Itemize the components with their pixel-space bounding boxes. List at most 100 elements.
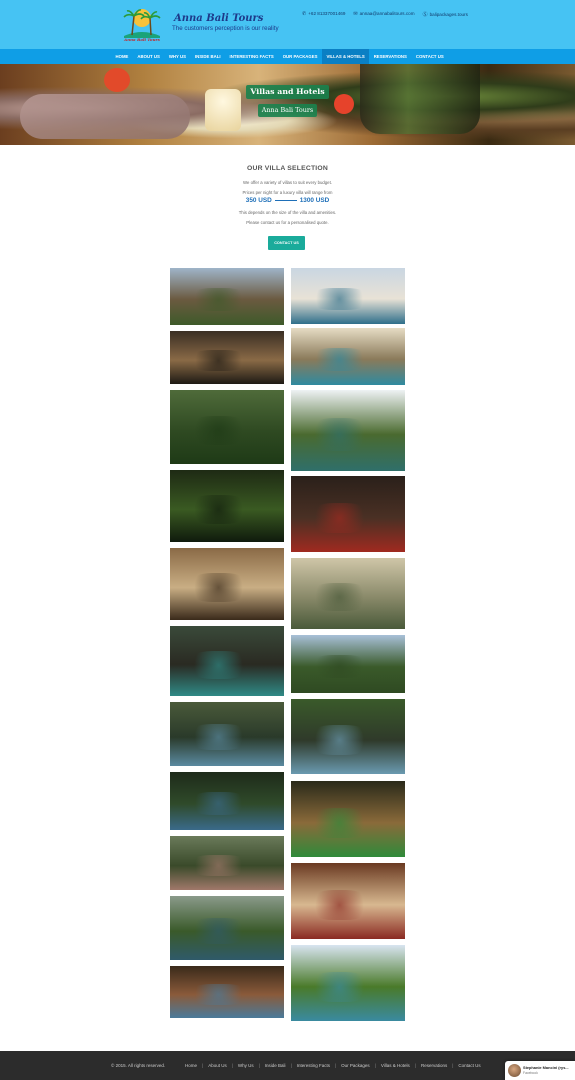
nav-item-interesting-facts[interactable]: INTERESTING FACTS xyxy=(225,49,278,64)
footer-link-inside-bali[interactable]: Inside Bali xyxy=(265,1063,286,1068)
brand-name: Anna Bali Tours xyxy=(174,13,264,24)
avatar xyxy=(508,1064,521,1077)
footer-separator: | xyxy=(374,1063,376,1068)
footer-link-home[interactable]: Home xyxy=(185,1063,197,1068)
villa-photo[interactable] xyxy=(291,476,405,552)
skype-icon: Ⓢ xyxy=(422,12,428,18)
footer-separator: | xyxy=(290,1063,292,1068)
villa-photo[interactable] xyxy=(170,548,284,620)
villa-photo[interactable] xyxy=(170,772,284,830)
photo-detail-shape xyxy=(187,650,250,679)
villa-photo[interactable] xyxy=(170,470,284,542)
price-range: 350 USD 1300 USD xyxy=(0,197,575,204)
photo-detail-shape xyxy=(308,655,371,679)
villa-photo[interactable] xyxy=(170,626,284,696)
villa-photo[interactable] xyxy=(170,268,284,325)
contact-us-button[interactable]: CONTACT US xyxy=(268,236,305,250)
footer-separator: | xyxy=(258,1063,260,1068)
photo-detail-shape xyxy=(187,724,250,750)
widget-name: Stephanie Mancini (rys... xyxy=(523,1065,569,1070)
copyright: © 2015. All rights reserved. xyxy=(111,1063,166,1068)
phone-number: +62 81337001469 xyxy=(308,11,346,16)
nav-list: HOME ABOUT US WHY US INSIDE BALI INTERESTING… xyxy=(111,49,448,64)
hero-flower-shape xyxy=(334,94,354,114)
photo-detail-shape xyxy=(187,792,250,816)
villa-photo[interactable] xyxy=(291,558,405,629)
intro-line: We offer a variety of villas to suit eve… xyxy=(243,180,332,185)
photo-detail-shape xyxy=(308,502,371,533)
photo-detail-shape xyxy=(187,854,250,877)
nav-item-villas-hotels[interactable]: VILLAS & HOTELS xyxy=(321,49,370,64)
villa-photo[interactable] xyxy=(170,702,284,766)
photo-detail-shape xyxy=(187,349,250,371)
widget-source: Facebook xyxy=(523,1071,538,1075)
intro-line: Please contact us for a personalised quo… xyxy=(246,220,329,225)
nav-item-contact-us[interactable]: CONTACT US xyxy=(411,49,448,64)
photo-detail-shape xyxy=(187,415,250,446)
price-high: 1300 USD xyxy=(299,197,330,204)
photo-detail-shape xyxy=(308,889,371,920)
brand-tagline: The customers perception is our reality xyxy=(172,25,279,32)
site-address: balipackages.tours xyxy=(429,12,468,17)
villa-photo[interactable] xyxy=(291,268,405,324)
footer-link-about-us[interactable]: About Us xyxy=(208,1063,227,1068)
footer-link-contact-us[interactable]: Contact Us xyxy=(458,1063,480,1068)
footer-link-our-packages[interactable]: Our Packages xyxy=(341,1063,370,1068)
footer-separator: | xyxy=(452,1063,454,1068)
contact-info: ✆ +62 81337001469 ✉ annaa@annabalitours.co… xyxy=(302,11,468,18)
photo-detail-shape xyxy=(308,287,371,310)
nav-item-our-packages[interactable]: OUR PACKAGES xyxy=(278,49,322,64)
main-nav: HOME ABOUT US WHY US INSIDE BALI INTERESTING… xyxy=(0,49,575,64)
photo-detail-shape xyxy=(187,918,250,944)
villa-photo[interactable] xyxy=(170,836,284,890)
photo-detail-shape xyxy=(187,984,250,1005)
email-contact[interactable]: ✉ annaa@annabalitours.com xyxy=(353,11,414,18)
footer-separator: | xyxy=(202,1063,204,1068)
footer-links: Home | About Us | Why Us | Inside Bali | Interes… xyxy=(185,1063,481,1068)
footer-link-interesting-facts[interactable]: Interesting Facts xyxy=(297,1063,330,1068)
site-logo[interactable]: Anna Bali Tours xyxy=(118,8,166,42)
nav-item-inside-bali[interactable]: INSIDE BALI xyxy=(190,49,225,64)
price-low: 350 USD xyxy=(245,197,272,204)
nav-item-about-us[interactable]: ABOUT US xyxy=(133,49,164,64)
phone-contact[interactable]: ✆ +62 81337001469 xyxy=(302,11,345,18)
photo-detail-shape xyxy=(308,418,371,451)
site-footer: © 2015. All rights reserved. Home | About … xyxy=(0,1051,575,1080)
footer-link-reservations[interactable]: Reservations xyxy=(421,1063,447,1068)
footer-link-why-us[interactable]: Why Us xyxy=(238,1063,254,1068)
footer-separator: | xyxy=(414,1063,416,1068)
photo-detail-shape xyxy=(308,347,371,371)
villa-photo[interactable] xyxy=(170,331,284,384)
villa-photo[interactable] xyxy=(291,781,405,857)
intro-line: This depends on the size of the villa an… xyxy=(238,210,337,215)
hero-title: Villas and Hotels xyxy=(246,85,329,99)
footer-link-villas-hotels[interactable]: Villas & Hotels xyxy=(381,1063,410,1068)
villa-photo[interactable] xyxy=(291,863,405,939)
villa-photo[interactable] xyxy=(291,635,405,693)
hero-candle-shape xyxy=(205,89,241,131)
villa-photo[interactable] xyxy=(291,328,405,385)
villa-photo[interactable] xyxy=(291,945,405,1021)
photo-detail-shape xyxy=(308,582,371,612)
villa-photo[interactable] xyxy=(291,390,405,471)
nav-item-why-us[interactable]: WHY US xyxy=(164,49,190,64)
villa-photo[interactable] xyxy=(170,896,284,960)
villa-photo[interactable] xyxy=(170,966,284,1018)
section-title: OUR VILLA SELECTION xyxy=(247,165,328,172)
nav-item-reservations[interactable]: RESERVATIONS xyxy=(369,49,411,64)
villa-photo[interactable] xyxy=(170,390,284,464)
hero-subtitle: Anna Bali Tours xyxy=(258,104,317,117)
site-contact[interactable]: Ⓢbalipackages.tours xyxy=(423,11,468,18)
email-address: annaa@annabalitours.com xyxy=(359,11,415,16)
phone-icon: ✆ xyxy=(302,11,307,17)
envelope-icon: ✉ xyxy=(353,11,358,17)
hero-bottles-shape xyxy=(360,64,480,134)
villa-photo[interactable] xyxy=(291,699,405,774)
nav-item-home[interactable]: HOME xyxy=(111,49,133,64)
hero-flower-shape xyxy=(104,68,130,92)
svg-text:Anna Bali Tours: Anna Bali Tours xyxy=(123,37,161,42)
facebook-widget[interactable]: Stephanie Mancini (rys... Facebook xyxy=(505,1061,575,1080)
photo-detail-shape xyxy=(187,287,250,311)
photo-detail-shape xyxy=(308,807,371,838)
photo-detail-shape xyxy=(308,725,371,756)
